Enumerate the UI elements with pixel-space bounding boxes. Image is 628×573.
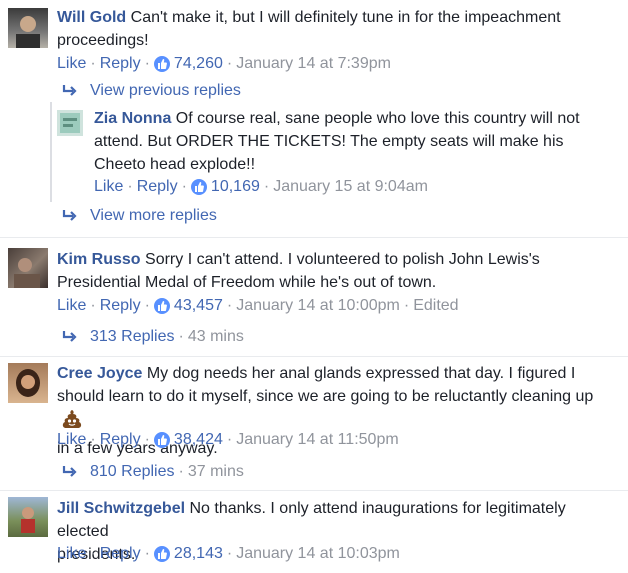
like-count[interactable]: 10,169 bbox=[211, 178, 260, 196]
timestamp[interactable]: January 14 at 10:00pm bbox=[236, 297, 400, 315]
view-more-replies-label: View more replies bbox=[90, 207, 217, 224]
avatar[interactable] bbox=[8, 8, 48, 48]
divider bbox=[0, 356, 628, 357]
commenter-name[interactable]: Kim Russo bbox=[57, 251, 141, 268]
like-button[interactable]: Like bbox=[57, 297, 86, 315]
reply-button[interactable]: Reply bbox=[100, 431, 141, 449]
comment-body: Will Gold Can't make it, but I will defi… bbox=[57, 6, 617, 52]
timestamp[interactable]: January 14 at 10:03pm bbox=[236, 545, 400, 563]
comment-actions: Like · Reply · 10,169 · January 15 at 9:… bbox=[94, 178, 428, 196]
comment-actions: Like · Reply · 28,143 · January 14 at 10… bbox=[57, 545, 400, 563]
like-icon[interactable] bbox=[153, 432, 170, 448]
commenter-name[interactable]: Cree Joyce bbox=[57, 365, 142, 382]
avatar[interactable] bbox=[8, 248, 48, 288]
avatar[interactable] bbox=[8, 497, 48, 537]
divider bbox=[0, 490, 628, 491]
like-count[interactable]: 38,424 bbox=[174, 431, 223, 449]
like-button[interactable]: Like bbox=[57, 545, 86, 563]
comment-text: Presidential Medal of Freedom while he's… bbox=[57, 274, 437, 291]
like-count[interactable]: 28,143 bbox=[174, 545, 223, 563]
replies-count: 810 Replies bbox=[90, 463, 175, 480]
timestamp[interactable]: January 15 at 9:04am bbox=[273, 178, 428, 196]
commenter-name[interactable]: Zia Nonna bbox=[94, 110, 171, 127]
like-button[interactable]: Like bbox=[94, 178, 123, 196]
reply-button[interactable]: Reply bbox=[137, 178, 178, 196]
comment-text: should learn to do it myself, since we a… bbox=[57, 388, 594, 405]
replies-count: 313 Replies bbox=[90, 328, 175, 345]
avatar[interactable] bbox=[57, 110, 83, 136]
like-icon[interactable] bbox=[153, 56, 170, 72]
commenter-name[interactable]: Jill Schwitzgebel bbox=[57, 500, 185, 517]
comment-actions: Like · Reply · 43,457 · January 14 at 10… bbox=[57, 297, 459, 315]
replies-time: 37 mins bbox=[187, 463, 244, 480]
view-previous-replies-label: View previous replies bbox=[90, 82, 241, 99]
edited-label[interactable]: Edited bbox=[413, 297, 458, 315]
comment-actions: Like · Reply · 38,424 · January 14 at 11… bbox=[57, 431, 399, 449]
like-button[interactable]: Like bbox=[57, 431, 86, 449]
comment-body: Kim Russo Sorry I can't attend. I volunt… bbox=[57, 248, 617, 294]
reply-arrow-icon bbox=[62, 210, 77, 221]
view-previous-replies-link[interactable]: View previous replies bbox=[62, 80, 241, 102]
comment-text: My dog needs her anal glands expressed t… bbox=[146, 365, 576, 382]
comment-body: Zia Nonna Of course real, sane people wh… bbox=[94, 107, 614, 176]
timestamp[interactable]: January 14 at 11:50pm bbox=[236, 431, 398, 449]
comment-text: Sorry I can't attend. I volunteered to p… bbox=[145, 251, 540, 268]
replies-link[interactable]: 313 Replies · 43 mins bbox=[62, 326, 244, 348]
reply-arrow-icon bbox=[62, 466, 77, 477]
like-icon[interactable] bbox=[153, 298, 170, 314]
reply-arrow-icon bbox=[62, 331, 77, 342]
comment-actions: Like · Reply · 74,260 · January 14 at 7:… bbox=[57, 55, 391, 73]
comment-text: Cheeto head explode!! bbox=[94, 156, 256, 173]
comment-text: Can't make it, but I will definitely tun… bbox=[130, 9, 561, 26]
avatar[interactable] bbox=[8, 363, 48, 403]
commenter-name[interactable]: Will Gold bbox=[57, 9, 126, 26]
reply-button[interactable]: Reply bbox=[100, 545, 141, 563]
reply-arrow-icon bbox=[62, 85, 77, 96]
like-icon[interactable] bbox=[190, 179, 207, 195]
reply-button[interactable]: Reply bbox=[100, 297, 141, 315]
comment-text: attend. But ORDER THE TICKETS! The empty… bbox=[94, 133, 564, 150]
view-more-replies-link[interactable]: View more replies bbox=[62, 205, 217, 227]
replies-time: 43 mins bbox=[187, 328, 244, 345]
like-icon[interactable] bbox=[153, 546, 170, 562]
like-button[interactable]: Like bbox=[57, 55, 86, 73]
reply-thread-line bbox=[50, 102, 52, 202]
replies-link[interactable]: 810 Replies · 37 mins bbox=[62, 461, 244, 483]
timestamp[interactable]: January 14 at 7:39pm bbox=[236, 55, 391, 73]
reply-button[interactable]: Reply bbox=[100, 55, 141, 73]
like-count[interactable]: 74,260 bbox=[174, 55, 223, 73]
comment-text: proceedings! bbox=[57, 32, 149, 49]
comment-text: Of course real, sane people who love thi… bbox=[175, 110, 580, 127]
like-count[interactable]: 43,457 bbox=[174, 297, 223, 315]
divider bbox=[0, 237, 628, 238]
